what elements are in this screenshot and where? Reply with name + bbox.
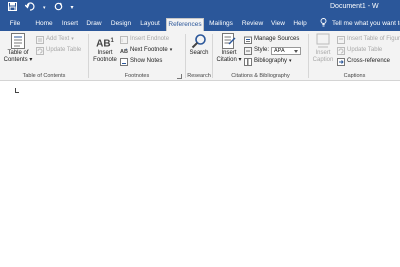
table-of-contents-button[interactable]: Table of Contents ▾ [3, 33, 33, 64]
insert-citation-icon [222, 33, 236, 49]
add-text-button[interactable]: Add Text ▾ [36, 35, 74, 44]
insert-citation-button[interactable]: Insert Citation ▾ [215, 33, 243, 64]
table-of-figures-icon [337, 35, 345, 44]
captions-group-label: Captions [343, 73, 366, 79]
footnotes-dialog-launcher[interactable] [177, 74, 182, 79]
insert-caption-label-1: Insert [315, 50, 331, 56]
style-select[interactable]: APA [271, 46, 302, 55]
update-table-figures-button[interactable]: Update Table [337, 46, 382, 55]
redo-icon[interactable] [54, 2, 63, 14]
insert-table-of-figures-button[interactable]: Insert Table of Figures [337, 35, 400, 44]
undo-icon[interactable] [24, 2, 35, 14]
search-label: Search [189, 50, 209, 56]
tab-design[interactable]: Design [110, 18, 132, 31]
group-table-of-contents: Table of Contents ▾ Add Text ▾ Update Tab… [0, 31, 88, 81]
research-group-label: Research [187, 73, 211, 79]
tab-references[interactable]: References [166, 18, 204, 31]
show-notes-button[interactable]: Show Notes [120, 57, 162, 66]
insert-endnote-button[interactable]: i Insert Endnote [120, 35, 169, 44]
svg-text:i: i [122, 38, 123, 44]
cross-reference-icon [337, 57, 345, 66]
tab-view[interactable]: View [270, 18, 286, 31]
add-text-icon [36, 35, 44, 44]
next-footnote-button[interactable]: AB 1 Next Footnote ▾ [120, 46, 172, 55]
tab-review[interactable]: Review [240, 18, 265, 31]
table-of-contents-icon [11, 33, 25, 49]
insert-footnote-label-2: Footnote [93, 57, 117, 63]
tab-help[interactable]: Help [292, 18, 308, 31]
bibliography-button[interactable]: Bibliography ▾ [244, 57, 292, 66]
tab-home[interactable]: Home [34, 18, 54, 31]
citations-group-label: Citations & Bibliography [231, 73, 290, 79]
group-citations-bibliography: Insert Citation ▾ Manage Sources Style: … [213, 31, 308, 81]
style-dropdown[interactable]: Style: APA [244, 46, 302, 55]
insert-citation-label-1: Insert [221, 50, 237, 56]
cross-reference-button[interactable]: Cross-reference [337, 57, 390, 66]
insert-caption-icon [316, 33, 330, 48]
document-canvas[interactable] [0, 81, 400, 267]
manage-sources-icon [244, 36, 252, 44]
insert-citation-label-2: Citation ▾ [216, 57, 242, 63]
endnote-icon: i [120, 35, 128, 44]
search-icon [191, 34, 206, 49]
lightbulb-icon [320, 18, 327, 31]
ribbon-tab-bar: File Home Insert Draw Design Layout Refe… [0, 16, 400, 31]
manage-sources-button[interactable]: Manage Sources [244, 35, 299, 44]
insert-footnote-button[interactable]: AB1 Insert Footnote [91, 33, 119, 64]
save-icon[interactable] [8, 2, 17, 14]
title-bar: ▾ ▾ Document1 - W [0, 0, 400, 16]
ribbon-panel: Table of Contents ▾ Add Text ▾ Update Tab… [0, 31, 400, 81]
text-cursor-marker [15, 88, 19, 93]
style-icon [244, 46, 252, 55]
insert-caption-label-2: Caption [312, 57, 334, 63]
next-footnote-icon: AB1 [120, 47, 128, 55]
toc-label-1: Table of [7, 50, 29, 56]
update-table-icon [36, 46, 44, 55]
tab-mailings[interactable]: Mailings [207, 18, 235, 31]
update-table-icon [337, 46, 345, 55]
update-table-button[interactable]: Update Table [36, 46, 81, 55]
tab-layout[interactable]: Layout [138, 18, 162, 31]
footnotes-group-label: Footnotes [124, 73, 150, 79]
tab-file[interactable]: File [8, 18, 22, 31]
undo-dropdown-icon[interactable]: ▾ [43, 2, 46, 14]
quick-access-toolbar: ▾ ▾ [8, 2, 74, 14]
tell-me-search[interactable]: Tell me what you want to do [320, 18, 400, 31]
toc-group-label: Table of Contents [22, 73, 66, 79]
document-title: Document1 - W [330, 3, 379, 10]
style-label: Style: [254, 47, 270, 53]
bibliography-icon [244, 57, 252, 66]
tell-me-text: Tell me what you want to do [332, 20, 400, 27]
footnote-icon: AB1 [96, 38, 114, 50]
tab-draw[interactable]: Draw [86, 18, 102, 31]
group-research: Search Research [186, 31, 212, 81]
search-button[interactable]: Search [187, 33, 211, 57]
insert-footnote-label-1: Insert [97, 50, 113, 56]
group-captions: Insert Caption Insert Table of Figures U… [309, 31, 400, 81]
tab-insert[interactable]: Insert [60, 18, 80, 31]
toc-label-2: Contents ▾ [3, 57, 33, 63]
show-notes-icon [120, 57, 128, 66]
group-footnotes: AB1 Insert Footnote i Insert Endnote AB 1… [89, 31, 185, 81]
customize-qat-icon[interactable]: ▾ [71, 2, 74, 14]
insert-caption-button[interactable]: Insert Caption [310, 33, 336, 64]
